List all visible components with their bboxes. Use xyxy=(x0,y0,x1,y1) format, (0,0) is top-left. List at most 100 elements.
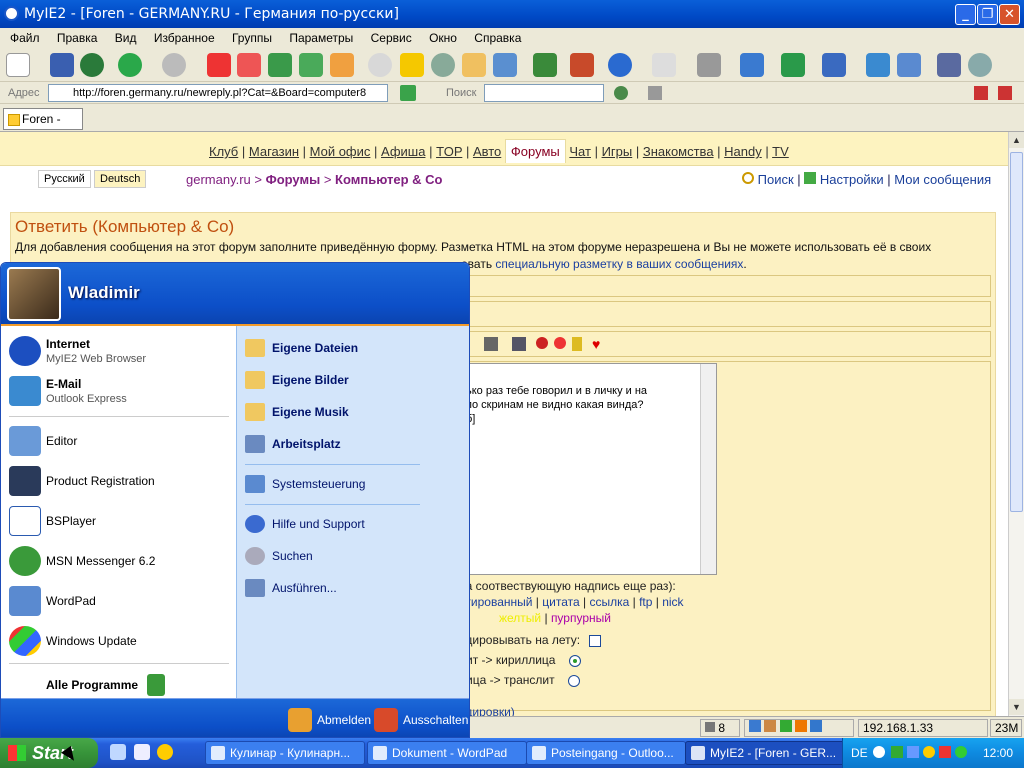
color-yellow[interactable]: желтый xyxy=(499,611,541,625)
markup-help-link[interactable]: специальную разметку в ваших сообщениях xyxy=(495,257,743,271)
download-icon[interactable] xyxy=(781,53,805,77)
home-icon[interactable] xyxy=(330,53,354,77)
print-icon[interactable] xyxy=(697,53,721,77)
maximize-button[interactable]: ❐ xyxy=(977,4,998,25)
layout-icon[interactable] xyxy=(897,53,921,77)
menu-view[interactable]: Вид xyxy=(115,31,137,45)
app-icon[interactable] xyxy=(4,6,19,21)
menu-groups[interactable]: Группы xyxy=(232,31,272,45)
nav-games[interactable]: Игры xyxy=(602,144,633,159)
refresh-all-icon[interactable] xyxy=(299,53,323,77)
logoff-button[interactable]: Abmelden xyxy=(288,708,371,732)
encode-checkbox[interactable] xyxy=(589,634,602,647)
stop-all-icon[interactable] xyxy=(237,53,261,77)
place-arbeitsplatz[interactable]: Arbeitsplatz xyxy=(245,432,465,456)
tray-icon-2[interactable] xyxy=(907,746,919,758)
translit-lat-radio[interactable] xyxy=(567,674,580,687)
search-engine-icon[interactable] xyxy=(614,86,628,100)
menu-favorites[interactable]: Избранное xyxy=(154,31,215,45)
quicklaunch-media-icon[interactable] xyxy=(157,744,173,760)
undo-close-icon[interactable] xyxy=(822,53,846,77)
place-eigene-musik[interactable]: Eigene Musik xyxy=(245,400,465,424)
clock-icon[interactable] xyxy=(968,53,992,77)
status-icon-3[interactable] xyxy=(779,720,792,732)
start-button[interactable]: Start xyxy=(0,738,98,768)
nav-forums[interactable]: Форумы xyxy=(504,139,566,163)
menu-file[interactable]: Файл xyxy=(10,31,40,45)
settings-link[interactable]: Настройки xyxy=(820,172,884,187)
fullscreen-icon[interactable] xyxy=(740,53,764,77)
refresh-icon[interactable] xyxy=(268,53,292,77)
tab-forum[interactable]: Foren - GE... xyxy=(3,108,83,146)
all-programs-button[interactable]: Alle Programme xyxy=(9,668,233,702)
window-icon[interactable] xyxy=(866,53,890,77)
breadcrumb-board[interactable]: Компьютер & Co xyxy=(335,172,442,187)
scroll-down-icon[interactable]: ▼ xyxy=(1009,699,1024,715)
task-kulinar[interactable]: Кулинар - Кулинарн... xyxy=(205,741,365,765)
markup-quote[interactable]: цитата xyxy=(542,595,579,609)
tray-expand-icon[interactable] xyxy=(873,746,885,758)
search-icon[interactable] xyxy=(368,53,392,77)
page-icon[interactable] xyxy=(493,53,517,77)
recent-editor[interactable]: Editor xyxy=(9,424,233,458)
folder-icon[interactable] xyxy=(462,53,486,77)
translate-icon[interactable] xyxy=(570,53,594,77)
lang-german-button[interactable]: Deutsch xyxy=(94,170,147,188)
close-button[interactable]: ✕ xyxy=(999,4,1020,25)
recent-wordpad[interactable]: WordPad xyxy=(9,584,233,618)
back-icon[interactable] xyxy=(118,53,142,77)
forward-icon[interactable] xyxy=(162,53,186,77)
pinned-email[interactable]: E-Mail Outlook Express xyxy=(9,374,233,408)
run-item[interactable]: Ausführen... xyxy=(245,576,465,600)
history-icon[interactable] xyxy=(431,53,455,77)
recent-product-registration[interactable]: Product Registration xyxy=(9,464,233,498)
nav-dating[interactable]: Знакомства xyxy=(643,144,714,159)
save-icon[interactable] xyxy=(50,53,74,77)
close-all-icon[interactable] xyxy=(998,86,1012,100)
message-text[interactable]: ько раз тебе говорил и в личку и на по с… xyxy=(466,385,647,425)
shutdown-button[interactable]: Ausschalten xyxy=(374,708,468,732)
pinned-internet[interactable]: Internet MyIE2 Web Browser xyxy=(9,334,233,368)
nav-shop[interactable]: Магазин xyxy=(249,144,299,159)
lang-russian-button[interactable]: Русский xyxy=(38,170,91,188)
task-outlook[interactable]: Posteingang - Outloo... xyxy=(526,741,686,765)
markup-nick[interactable]: nick xyxy=(662,595,683,609)
markup-formatted[interactable]: атированный xyxy=(459,595,532,609)
tray-icon-3[interactable] xyxy=(923,746,935,758)
clock[interactable]: 12:00 xyxy=(983,738,1013,768)
status-icon-4[interactable] xyxy=(795,720,808,732)
favorites-icon[interactable] xyxy=(400,53,424,77)
mail-icon[interactable] xyxy=(652,53,676,77)
go-icon[interactable] xyxy=(400,85,416,101)
thumbs-icon[interactable] xyxy=(484,337,498,351)
message-textarea[interactable]: ько раз тебе говорил и в личку и на по с… xyxy=(461,363,717,575)
tray-icon-5[interactable] xyxy=(955,746,967,758)
status-icon-1[interactable] xyxy=(749,720,761,732)
nav-tv[interactable]: TV xyxy=(772,144,789,159)
my-messages-link[interactable]: Мои сообщения xyxy=(894,172,991,187)
scroll-up-icon[interactable]: ▲ xyxy=(1009,132,1024,148)
breadcrumb-forums[interactable]: Форумы xyxy=(266,172,321,187)
minimize-button[interactable]: _ xyxy=(955,4,976,25)
globe-icon[interactable] xyxy=(80,53,104,77)
menu-help[interactable]: Справка xyxy=(474,31,521,45)
tray-icon-1[interactable] xyxy=(891,746,903,758)
menu-edit[interactable]: Правка xyxy=(57,31,98,45)
markup-link[interactable]: ссылка xyxy=(589,595,629,609)
help-support[interactable]: Hilfe und Support xyxy=(245,512,465,536)
color-purple[interactable]: пурпурный xyxy=(551,611,611,625)
place-eigene-dateien[interactable]: Eigene Dateien xyxy=(245,336,465,360)
search-link[interactable]: Поиск xyxy=(758,172,794,187)
trophy-icon[interactable] xyxy=(572,337,582,351)
lips-icon[interactable] xyxy=(536,337,548,349)
breadcrumb-site[interactable]: germany.ru xyxy=(186,172,251,187)
task-wordpad[interactable]: Dokument - WordPad xyxy=(367,741,527,765)
translit-cyr-radio[interactable] xyxy=(568,654,581,667)
close-page-icon[interactable] xyxy=(974,86,988,100)
flag-icon[interactable] xyxy=(512,337,526,351)
nav-handy[interactable]: Handy xyxy=(724,144,762,159)
heart-icon[interactable]: ♥ xyxy=(592,337,600,351)
user-avatar[interactable] xyxy=(7,267,61,321)
nav-afisha[interactable]: Афиша xyxy=(381,144,425,159)
flower-icon[interactable] xyxy=(554,337,566,349)
